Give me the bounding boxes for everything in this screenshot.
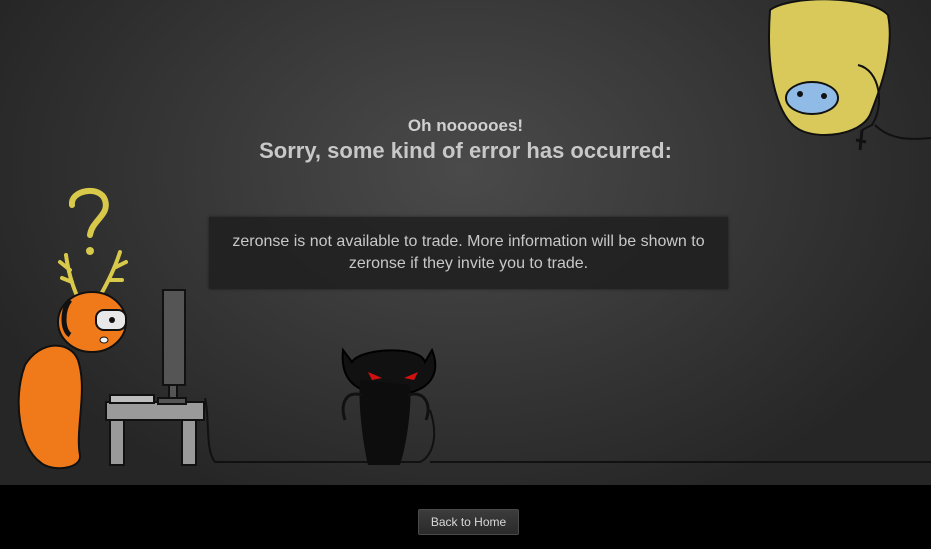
black-cat-character xyxy=(341,347,437,465)
question-mark-icon xyxy=(69,188,109,255)
back-to-home-button[interactable]: Back to Home xyxy=(418,509,519,535)
computer-desk xyxy=(105,394,205,466)
error-stage: Oh noooooes! Sorry, some kind of error h… xyxy=(0,0,931,485)
floor-cable xyxy=(204,397,931,463)
error-message: zeronse is not available to trade. More … xyxy=(232,233,705,272)
keyboard xyxy=(109,394,155,404)
error-message-box: zeronse is not available to trade. More … xyxy=(209,217,728,289)
error-subheadline: Sorry, some kind of error has occurred: xyxy=(259,138,672,163)
computer-monitor xyxy=(157,289,187,405)
error-headline: Oh noooooes! xyxy=(407,116,524,135)
